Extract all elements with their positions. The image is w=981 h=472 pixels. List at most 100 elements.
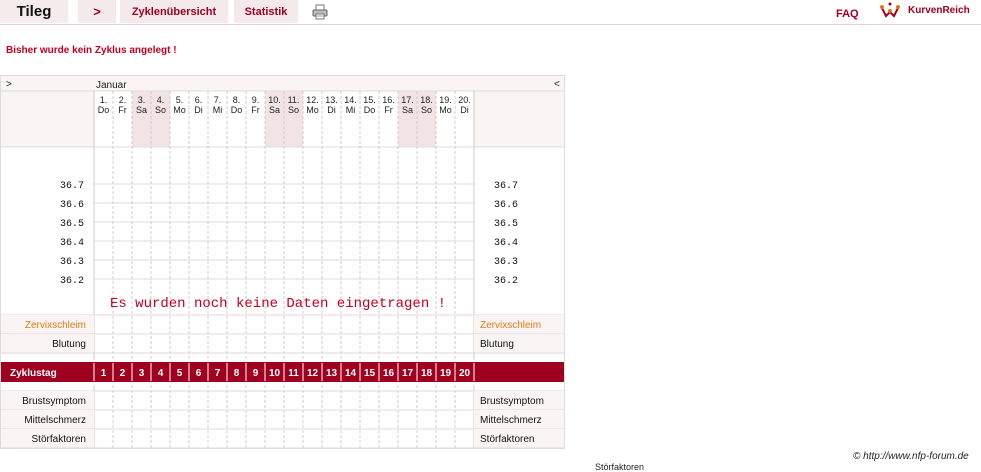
month-band — [1, 76, 564, 91]
day-number: 19. — [439, 95, 452, 105]
header-left-panel — [1, 91, 94, 147]
cycle-day-number: 17 — [402, 368, 414, 379]
day-number: 16. — [382, 95, 395, 105]
logo-text: KurvenReich — [908, 5, 970, 16]
day-weekday: So — [288, 105, 299, 115]
cycle-day-number: 11 — [288, 368, 299, 379]
temp-label-right: 36.5 — [494, 219, 518, 230]
day-number: 18. — [420, 95, 433, 105]
day-number: 2. — [119, 95, 127, 105]
temp-label-right: 36.7 — [494, 181, 518, 192]
cycle-day-number: 7 — [215, 368, 221, 379]
day-weekday: Do — [98, 105, 110, 115]
day-weekday: Sa — [402, 105, 413, 115]
day-weekday: Mo — [306, 105, 319, 115]
day-weekday: So — [421, 105, 432, 115]
row-label-left: Brustsymptom — [22, 396, 86, 407]
day-number: 4. — [157, 95, 165, 105]
prev-cycle-arrow[interactable]: > — [6, 79, 12, 90]
day-number: 12. — [306, 95, 319, 105]
cycle-day-number: 4 — [158, 368, 164, 379]
temp-label-right: 36.6 — [494, 200, 518, 211]
next-cycle-arrow[interactable]: < — [554, 79, 560, 90]
row-label-left: Mittelschmerz — [24, 415, 86, 426]
day-weekday: Mi — [346, 105, 356, 115]
day-number: 11. — [288, 95, 300, 105]
row-label-right: Blutung — [480, 339, 514, 350]
cycle-day-number: 6 — [196, 368, 202, 379]
cycle-day-number: 19 — [440, 368, 452, 379]
temp-label-left: 36.4 — [60, 238, 84, 249]
cycle-day-bar — [1, 362, 564, 382]
cycle-day-number: 8 — [234, 368, 240, 379]
top-navigation: Tileg > Zyklenübersicht Statistik FAQ Ku… — [0, 0, 981, 25]
day-number: 1. — [100, 95, 108, 105]
day-weekday: Sa — [136, 105, 147, 115]
row-label-left: Blutung — [52, 339, 86, 350]
cycle-day-number: 1 — [101, 368, 107, 379]
row-label-right: Mittelschmerz — [480, 415, 542, 426]
day-weekday: Mi — [213, 105, 223, 115]
row-label-right: Brustsymptom — [480, 396, 544, 407]
temp-label-right: 36.3 — [494, 257, 518, 268]
tab-statistik[interactable]: Statistik — [234, 0, 298, 23]
day-number: 9. — [252, 95, 260, 105]
cycle-day-number: 15 — [364, 368, 376, 379]
cycle-day-number: 13 — [326, 368, 338, 379]
cycle-day-number: 18 — [421, 368, 433, 379]
day-weekday: Fr — [251, 105, 260, 115]
cycle-day-number: 14 — [345, 368, 357, 379]
cycle-day-number: 2 — [120, 368, 126, 379]
day-weekday: Fr — [384, 105, 393, 115]
row-label-right: Störfaktoren — [480, 434, 534, 445]
tab-zyklenuebersicht[interactable]: Zyklenübersicht — [120, 0, 228, 23]
temp-label-left: 36.2 — [60, 276, 84, 287]
day-number: 6. — [195, 95, 203, 105]
day-weekday: Di — [327, 105, 336, 115]
row-label-left: Zervixschleim — [25, 320, 86, 331]
stray-label: Störfaktoren — [595, 462, 645, 472]
day-weekday: Sa — [269, 105, 280, 115]
no-cycle-notice: Bisher wurde kein Zyklus angelegt ! — [6, 45, 177, 56]
cycle-day-label: Zyklustag — [10, 368, 57, 379]
printer-icon[interactable] — [312, 4, 328, 20]
cycle-day-number: 9 — [253, 368, 259, 379]
brand-title: Tileg — [0, 0, 68, 23]
row-label-right: Zervixschleim — [480, 320, 541, 331]
day-number: 10. — [268, 95, 281, 105]
cycle-day-number: 5 — [177, 368, 183, 379]
temp-label-left: 36.3 — [60, 257, 84, 268]
header-right-panel — [474, 91, 564, 147]
faq-link[interactable]: FAQ — [836, 8, 859, 20]
temp-label-left: 36.6 — [60, 200, 84, 211]
cycle-day-number: 10 — [269, 368, 281, 379]
day-weekday: So — [155, 105, 166, 115]
row-label-left: Störfaktoren — [32, 434, 86, 445]
temp-label-right: 36.2 — [494, 276, 518, 287]
day-weekday: Mo — [439, 105, 452, 115]
day-number: 7. — [214, 95, 222, 105]
temp-label-right: 36.4 — [494, 238, 518, 249]
day-weekday: Di — [194, 105, 203, 115]
cycle-chart: > <Januar1.Do2.Fr3.Sa4.So5.Mo6.Di7.Mi8.Do… — [0, 75, 565, 449]
month-label: Januar — [96, 80, 127, 91]
cycle-day-number: 3 — [139, 368, 145, 379]
no-data-message: Es wurden noch keine Daten eingetragen ! — [110, 296, 446, 312]
cycle-day-number: 16 — [383, 368, 395, 379]
back-arrow-button[interactable]: > — [78, 0, 116, 23]
day-number: 17. — [401, 95, 414, 105]
day-weekday: Di — [460, 105, 469, 115]
day-weekday: Do — [231, 105, 243, 115]
day-number: 20. — [458, 95, 471, 105]
day-number: 13. — [325, 95, 338, 105]
day-number: 15. — [363, 95, 376, 105]
day-number: 5. — [176, 95, 184, 105]
temp-label-left: 36.7 — [60, 181, 84, 192]
copyright-text: © http://www.nfp-forum.de — [853, 451, 969, 462]
day-number: 3. — [138, 95, 146, 105]
cycle-day-number: 20 — [459, 368, 471, 379]
day-weekday: Do — [364, 105, 376, 115]
day-weekday: Fr — [118, 105, 127, 115]
day-number: 14. — [344, 95, 357, 105]
day-number: 8. — [233, 95, 241, 105]
